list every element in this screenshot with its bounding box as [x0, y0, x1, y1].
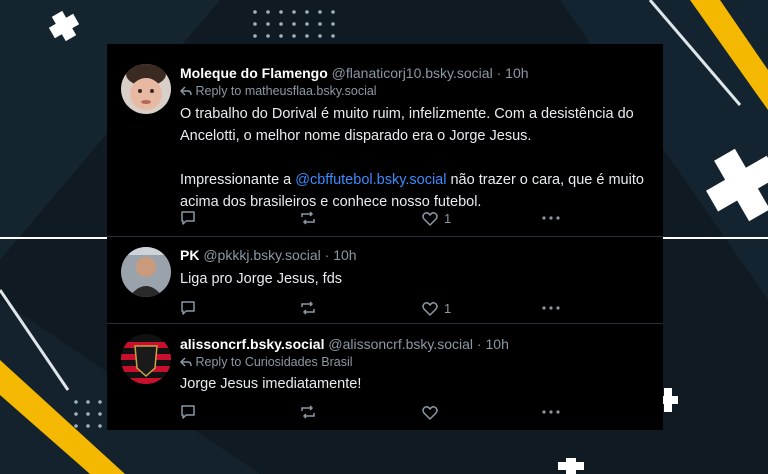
- post-item[interactable]: PK @pkkkj.bsky.social · 10h Liga pro Jor…: [107, 237, 663, 324]
- more-dots-icon: [542, 410, 560, 414]
- repost-icon: [301, 211, 315, 225]
- heart-icon: [422, 301, 438, 316]
- heart-icon: [422, 405, 438, 420]
- post-actions: [180, 403, 580, 421]
- author-name[interactable]: PK: [180, 247, 199, 263]
- reply-button[interactable]: [180, 403, 196, 421]
- repost-icon: [301, 301, 315, 315]
- avatar[interactable]: [121, 64, 171, 114]
- separator: ·: [473, 336, 486, 352]
- like-count: 1: [444, 300, 452, 316]
- reply-arrow-icon: [179, 357, 192, 367]
- like-count: 1: [444, 210, 452, 226]
- comment-bubble-icon: [181, 301, 195, 315]
- separator: ·: [492, 65, 506, 81]
- post-actions: 1: [180, 209, 580, 227]
- like-button[interactable]: [422, 403, 444, 421]
- post-header: PK @pkkkj.bsky.social · 10h: [180, 247, 357, 263]
- author-name[interactable]: alissoncrf.bsky.social: [180, 336, 324, 352]
- post-header: alissoncrf.bsky.social @alissoncrf.bsky.…: [180, 336, 509, 352]
- separator: ·: [320, 247, 334, 263]
- avatar[interactable]: [121, 334, 171, 384]
- mention-link[interactable]: @cbffutebol.bsky.social: [295, 172, 446, 188]
- repost-button[interactable]: [300, 403, 316, 421]
- avatar[interactable]: [121, 247, 171, 297]
- post-text: Jorge Jesus imediatamente!: [180, 376, 362, 392]
- reply-button[interactable]: [180, 299, 196, 317]
- author-name[interactable]: Moleque do Flamengo: [180, 65, 328, 81]
- like-button[interactable]: 1: [422, 299, 451, 317]
- post-time[interactable]: 10h: [333, 247, 356, 263]
- heart-icon: [422, 211, 438, 226]
- post-item[interactable]: Moleque do Flamengo @flanaticorj10.bsky.…: [107, 44, 663, 237]
- repost-button[interactable]: [300, 209, 316, 227]
- more-dots-icon: [542, 216, 560, 220]
- comment-bubble-icon: [181, 211, 195, 225]
- reply-to[interactable]: Reply to Curiosidades Brasil: [179, 355, 353, 369]
- post-actions: 1: [180, 299, 580, 317]
- more-options-button[interactable]: [542, 403, 560, 421]
- post-time[interactable]: 10h: [505, 65, 528, 81]
- reply-arrow-icon: [179, 86, 192, 96]
- post-paragraph: Impressionante a @cbffutebol.bsky.social…: [180, 169, 650, 213]
- more-options-button[interactable]: [542, 209, 560, 227]
- reply-to-label: Reply to Curiosidades Brasil: [195, 355, 353, 369]
- more-options-button[interactable]: [542, 299, 560, 317]
- like-button[interactable]: 1: [422, 209, 451, 227]
- thread-card: Moleque do Flamengo @flanaticorj10.bsky.…: [107, 44, 663, 430]
- post-text: Liga pro Jorge Jesus, fds: [180, 271, 343, 287]
- post-paragraph: O trabalho do Dorival é muito ruim, infe…: [180, 106, 634, 144]
- repost-button[interactable]: [300, 299, 316, 317]
- post-time[interactable]: 10h: [486, 336, 509, 352]
- repost-icon: [301, 405, 315, 419]
- post-item[interactable]: alissoncrf.bsky.social @alissoncrf.bsky.…: [107, 324, 663, 428]
- reply-to[interactable]: Reply to matheusflaa.bsky.social: [179, 84, 377, 98]
- post-text: O trabalho do Dorival é muito ruim, infe…: [180, 103, 650, 213]
- author-handle[interactable]: @alissoncrf.bsky.social: [328, 336, 473, 352]
- author-handle[interactable]: @pkkkj.bsky.social: [203, 247, 320, 263]
- reply-to-label: Reply to matheusflaa.bsky.social: [195, 84, 377, 98]
- comment-bubble-icon: [181, 405, 195, 419]
- post-header: Moleque do Flamengo @flanaticorj10.bsky.…: [180, 65, 529, 81]
- more-dots-icon: [542, 306, 560, 310]
- text-segment: Impressionante a: [180, 172, 296, 188]
- reply-button[interactable]: [180, 209, 196, 227]
- author-handle[interactable]: @flanaticorj10.bsky.social: [332, 65, 493, 81]
